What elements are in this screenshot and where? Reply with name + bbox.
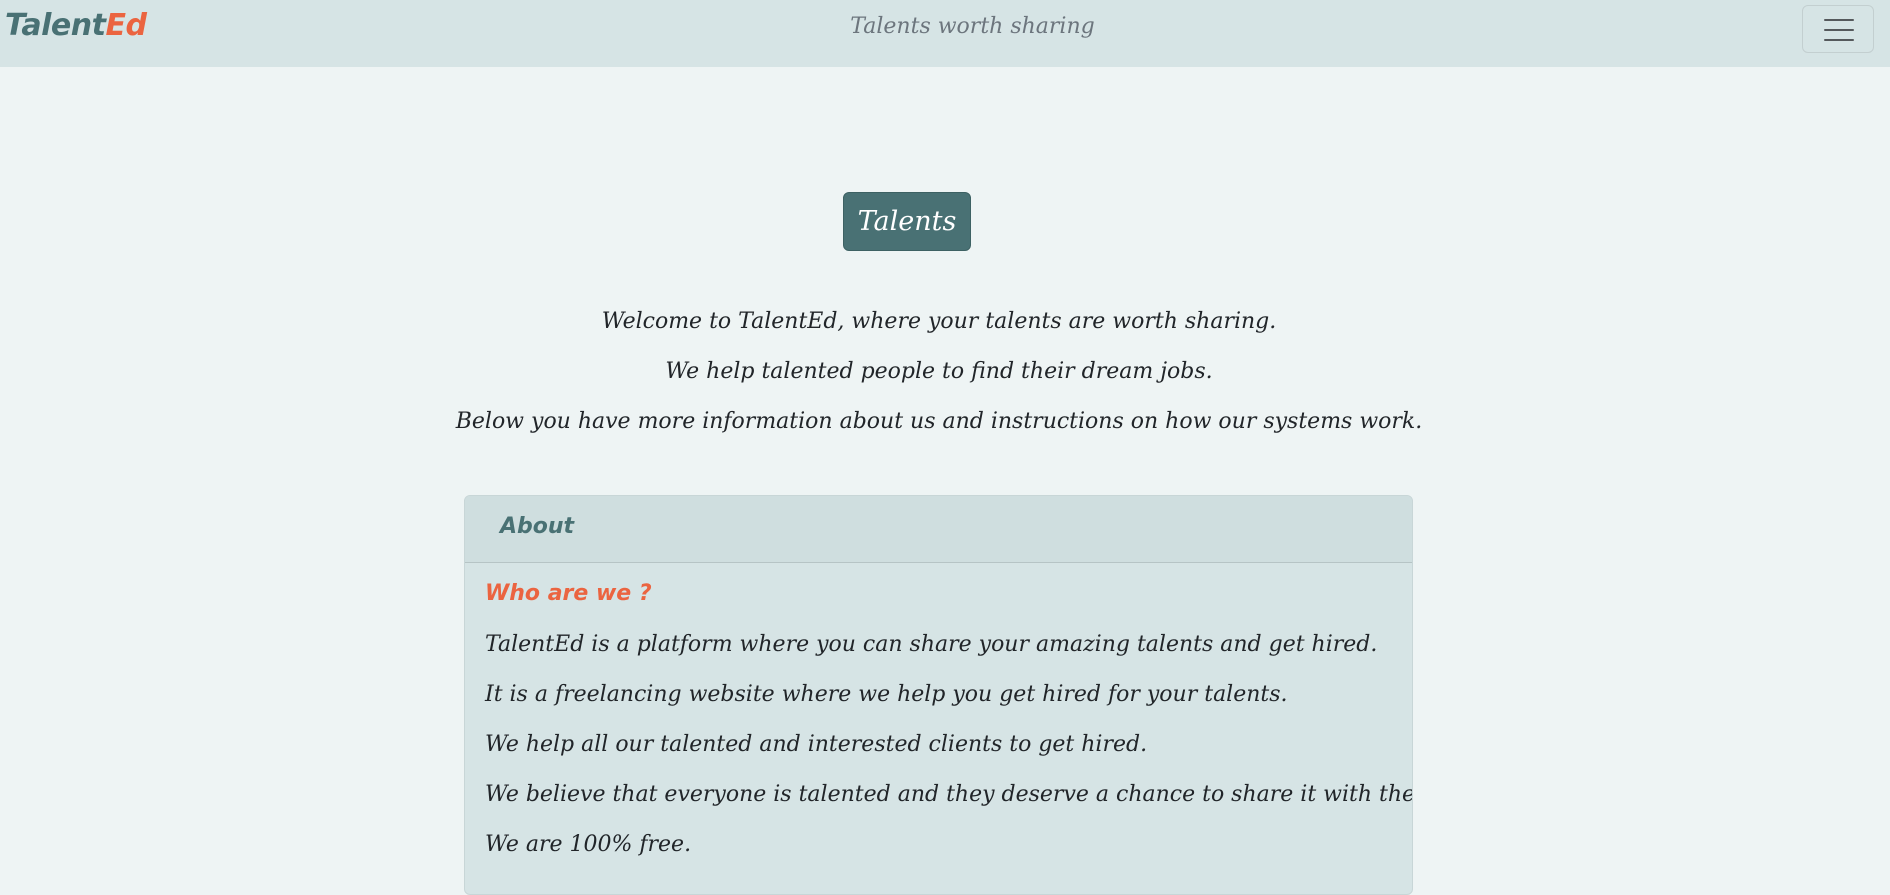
about-card-header: About [465, 496, 1412, 563]
who-are-we-heading: Who are we ? [485, 581, 652, 606]
about-line: We believe that everyone is talented and… [485, 782, 1413, 807]
about-card-title: About [500, 514, 575, 539]
intro-line: Welcome to TalentEd, where your talents … [601, 309, 1277, 334]
about-card: About Who are we ? TalentEd is a platfor… [464, 495, 1413, 895]
intro-text: Welcome to TalentEd, where your talents … [0, 307, 1878, 457]
hamburger-menu-icon [1824, 19, 1854, 41]
menu-toggle-button[interactable] [1802, 5, 1874, 53]
about-line: TalentEd is a platform where you can sha… [485, 632, 1378, 657]
about-line: It is a freelancing website where we hel… [485, 682, 1288, 707]
about-text: TalentEd is a platform where you can sha… [485, 630, 1413, 880]
talents-button[interactable]: Talents [843, 192, 971, 251]
top-navbar: TalentEd Talents worth sharing [0, 0, 1890, 67]
intro-line: We help talented people to find their dr… [665, 359, 1213, 384]
about-line: We are 100% free. [485, 832, 692, 857]
navbar-tagline: Talents worth sharing [850, 14, 1095, 39]
intro-line: Below you have more information about us… [455, 409, 1423, 434]
about-line: We help all our talented and interested … [485, 732, 1148, 757]
